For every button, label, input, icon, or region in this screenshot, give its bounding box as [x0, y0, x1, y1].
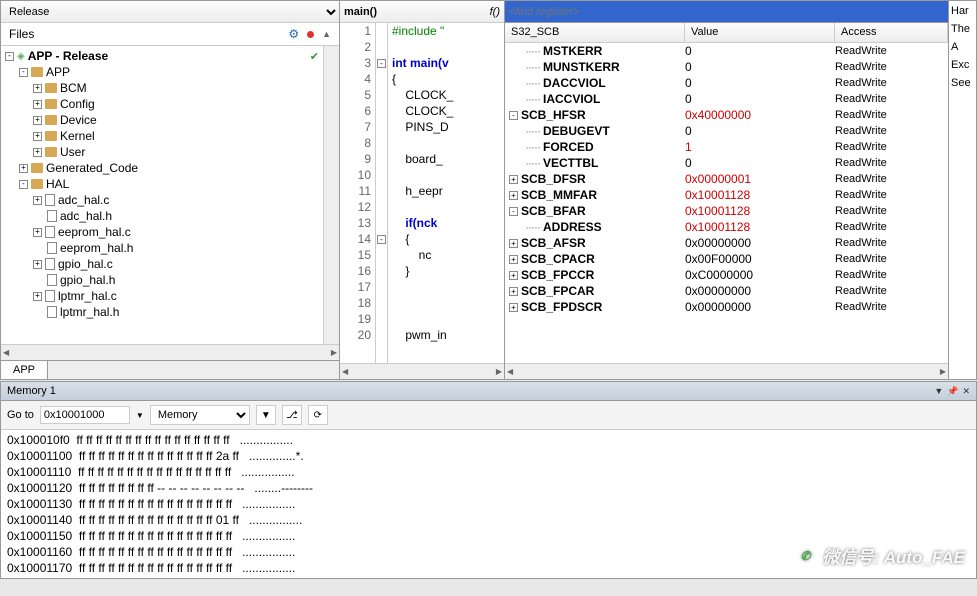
reg-hscroll[interactable]: ◀▶: [505, 363, 948, 379]
up-arrow-icon[interactable]: ▲: [322, 29, 331, 39]
code-gutter: 1234567891011121314151617181920: [340, 23, 376, 363]
code-hscroll[interactable]: ◀▶: [340, 363, 504, 379]
sidebar-text: The: [951, 23, 974, 35]
tree-node[interactable]: eeprom_hal.h: [5, 240, 319, 256]
tree-node[interactable]: + Config: [5, 96, 319, 112]
registers-panel: S32_SCB Value Access ····· MSTKERR0ReadW…: [505, 0, 949, 380]
register-row[interactable]: ····· MSTKERR0ReadWrite: [505, 43, 948, 59]
files-panel: Release Files ⚙ ▲ -◈ APP - Release ✔- AP…: [0, 0, 340, 380]
register-row[interactable]: + SCB_CPACR0x00F00000ReadWrite: [505, 251, 948, 267]
register-row[interactable]: ····· IACCVIOL0ReadWrite: [505, 91, 948, 107]
memory-row[interactable]: 0x10001140 ff ff ff ff ff ff ff ff ff ff…: [7, 512, 970, 528]
tree-node[interactable]: + Kernel: [5, 128, 319, 144]
find-register-input[interactable]: [505, 6, 948, 18]
tab-app[interactable]: APP: [1, 361, 48, 379]
wechat-icon: ✆: [794, 547, 816, 565]
tree-node[interactable]: + User: [5, 144, 319, 160]
code-title: main(): [344, 6, 377, 18]
close-icon[interactable]: ✕: [962, 386, 970, 397]
tree-node[interactable]: + Generated_Code: [5, 160, 319, 176]
tree-node[interactable]: + lptmr_hal.c: [5, 288, 319, 304]
tree-node[interactable]: adc_hal.h: [5, 208, 319, 224]
register-row[interactable]: - SCB_BFAR0x10001128ReadWrite: [505, 203, 948, 219]
code-panel: main() f() 12345678910111213141516171819…: [340, 0, 505, 380]
tree-node[interactable]: lptmr_hal.h: [5, 304, 319, 320]
register-row[interactable]: + SCB_DFSR0x00000001ReadWrite: [505, 171, 948, 187]
release-dropdown[interactable]: Release: [1, 1, 339, 23]
register-row[interactable]: ····· VECTTBL0ReadWrite: [505, 155, 948, 171]
tree-node[interactable]: + adc_hal.c: [5, 192, 319, 208]
files-tree[interactable]: -◈ APP - Release ✔- APP+ BCM+ Config+ De…: [1, 46, 323, 344]
register-row[interactable]: ····· DACCVIOL0ReadWrite: [505, 75, 948, 91]
sidebar-text: Exc: [951, 59, 974, 71]
memory-row[interactable]: 0x10001130 ff ff ff ff ff ff ff ff ff ff…: [7, 496, 970, 512]
files-hscroll[interactable]: ◀▶: [1, 344, 339, 360]
register-list[interactable]: ····· MSTKERR0ReadWrite····· MUNSTKERR0R…: [505, 43, 948, 363]
dropdown-icon[interactable]: ▼: [934, 386, 943, 397]
memory-row[interactable]: 0x10001100 ff ff ff ff ff ff ff ff ff ff…: [7, 448, 970, 464]
register-row[interactable]: + SCB_MMFAR0x10001128ReadWrite: [505, 187, 948, 203]
memory-title: Memory 1: [7, 385, 56, 397]
release-select[interactable]: Release: [5, 5, 339, 19]
col-header-value[interactable]: Value: [685, 23, 835, 42]
memory-row[interactable]: 0x10001110 ff ff ff ff ff ff ff ff ff ff…: [7, 464, 970, 480]
pin-icon[interactable]: 📌: [947, 386, 958, 397]
register-row[interactable]: + SCB_FPDSCR0x00000000ReadWrite: [505, 299, 948, 315]
register-row[interactable]: + SCB_AFSR0x00000000ReadWrite: [505, 235, 948, 251]
function-icon[interactable]: f(): [490, 6, 500, 18]
tree-node[interactable]: gpio_hal.h: [5, 272, 319, 288]
right-sidebar: Har The A Exc See: [949, 0, 977, 380]
sidebar-text: A: [951, 41, 974, 53]
fold-column[interactable]: --: [376, 23, 388, 363]
tree-node[interactable]: + BCM: [5, 80, 319, 96]
col-header-name[interactable]: S32_SCB: [505, 23, 685, 42]
tb-tree-button[interactable]: ⎇: [282, 405, 302, 425]
register-row[interactable]: ····· MUNSTKERR0ReadWrite: [505, 59, 948, 75]
record-icon[interactable]: [307, 31, 314, 38]
goto-address-input[interactable]: [40, 406, 130, 424]
memory-row[interactable]: 0x10001150 ff ff ff ff ff ff ff ff ff ff…: [7, 528, 970, 544]
register-row[interactable]: + SCB_FPCCR0xC0000000ReadWrite: [505, 267, 948, 283]
register-row[interactable]: - SCB_HFSR0x40000000ReadWrite: [505, 107, 948, 123]
watermark: ✆ 微信号: Auto_FAE: [794, 543, 965, 568]
files-scrollbar[interactable]: [323, 46, 339, 344]
code-editor[interactable]: #include "int main(v{ CLOCK_ CLOCK_ PINS…: [388, 23, 504, 363]
tree-node[interactable]: - HAL: [5, 176, 319, 192]
register-row[interactable]: ····· FORCED1ReadWrite: [505, 139, 948, 155]
tree-node[interactable]: + Device: [5, 112, 319, 128]
col-header-access[interactable]: Access: [835, 23, 948, 42]
tb-dropdown-button[interactable]: ▼: [256, 405, 276, 425]
tree-node[interactable]: + eeprom_hal.c: [5, 224, 319, 240]
tree-node[interactable]: - APP: [5, 64, 319, 80]
files-title: Files: [9, 27, 34, 41]
register-row[interactable]: ····· ADDRESS0x10001128ReadWrite: [505, 219, 948, 235]
register-row[interactable]: + SCB_FPCAR0x00000000ReadWrite: [505, 283, 948, 299]
sidebar-text: Har: [951, 5, 974, 17]
register-row[interactable]: ····· DEBUGEVT0ReadWrite: [505, 123, 948, 139]
tb-refresh-button[interactable]: ⟳: [308, 405, 328, 425]
memory-row[interactable]: 0x100010f0 ff ff ff ff ff ff ff ff ff ff…: [7, 432, 970, 448]
tree-root[interactable]: -◈ APP - Release ✔: [5, 48, 319, 64]
gear-icon[interactable]: ⚙: [288, 27, 299, 41]
sidebar-text: See: [951, 77, 974, 89]
goto-dropdown-icon[interactable]: ▼: [136, 411, 144, 420]
memory-row[interactable]: 0x10001120 ff ff ff ff ff ff ff ff -- --…: [7, 480, 970, 496]
view-select[interactable]: Memory: [150, 405, 250, 425]
goto-label: Go to: [7, 409, 34, 421]
tree-node[interactable]: + gpio_hal.c: [5, 256, 319, 272]
